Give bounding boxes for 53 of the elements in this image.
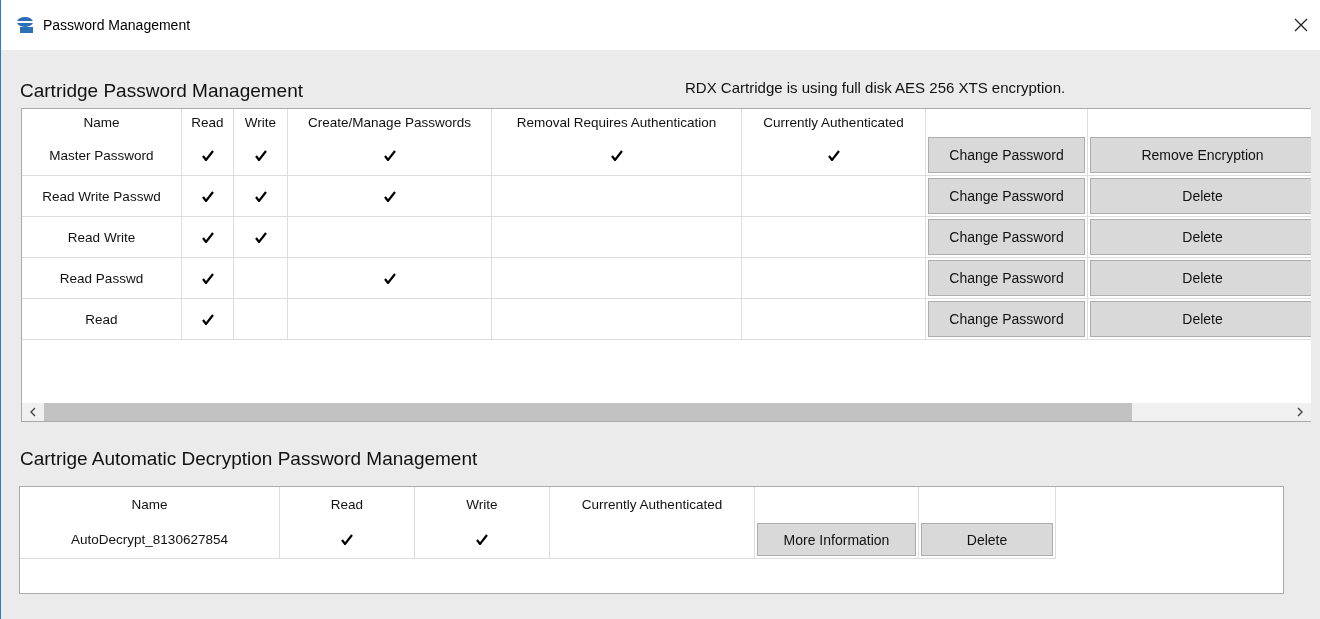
check-icon (341, 534, 353, 545)
column-header: Currently Authenticated (742, 109, 926, 135)
section-title: Cartridge Password Management (20, 80, 304, 102)
action-button[interactable]: Delete (1090, 178, 1311, 214)
scroll-right-icon[interactable] (1296, 407, 1304, 417)
table-cell: Master Password (22, 135, 182, 176)
column-header: Write (415, 487, 550, 521)
scroll-left-icon[interactable] (29, 407, 37, 417)
check-icon (383, 149, 396, 161)
action-button[interactable]: Delete (1090, 260, 1311, 296)
check-icon (254, 149, 267, 161)
action-button[interactable]: Delete (921, 523, 1053, 556)
check-icon (827, 149, 840, 161)
action-button[interactable]: Remove Encryption (1090, 137, 1311, 173)
table-cell: Read Write (22, 217, 182, 258)
action-button[interactable]: Change Password (928, 178, 1085, 214)
column-header: Read (280, 487, 415, 521)
action-button[interactable]: Delete (1090, 219, 1311, 255)
check-icon (201, 231, 214, 243)
column-header: Write (234, 109, 288, 135)
window-title: Password Management (43, 17, 192, 33)
action-button[interactable]: Change Password (928, 137, 1085, 173)
column-header: Name (20, 487, 280, 521)
close-icon[interactable] (1294, 18, 1308, 32)
check-icon (383, 190, 396, 202)
section-title: Cartrige Automatic Decryption Password Management (20, 448, 478, 469)
scrollbar-thumb[interactable] (44, 403, 1132, 421)
column-header: Create/Manage Passwords (288, 109, 492, 135)
check-icon (383, 272, 396, 284)
check-icon (201, 313, 214, 325)
column-header: Read (182, 109, 234, 135)
check-icon (201, 272, 214, 284)
action-button[interactable]: Delete (1090, 301, 1311, 337)
encryption-note: RDX Cartridge is using full disk AES 256 XTS encryption. (685, 79, 1066, 96)
action-button[interactable]: Change Password (928, 260, 1085, 296)
check-icon (476, 534, 488, 545)
column-header: Name (22, 109, 182, 135)
column-header: Currently Authenticated (550, 487, 755, 521)
column-header: Removal Requires Authentication (492, 109, 742, 135)
check-icon (254, 231, 267, 243)
table-cell: AutoDecrypt_8130627854 (20, 521, 280, 559)
check-icon (201, 149, 214, 161)
table-cell: Read (22, 299, 182, 340)
action-button[interactable]: More Information (757, 523, 916, 556)
horizontal-scrollbar[interactable] (22, 403, 1311, 421)
check-icon (201, 190, 214, 202)
table-cell: Read Passwd (22, 258, 182, 299)
action-button[interactable]: Change Password (928, 301, 1085, 337)
table-cell: Read Write Passwd (22, 176, 182, 217)
check-icon (254, 190, 267, 202)
app-logo-icon (15, 16, 35, 34)
check-icon (610, 149, 623, 161)
action-button[interactable]: Change Password (928, 219, 1085, 255)
